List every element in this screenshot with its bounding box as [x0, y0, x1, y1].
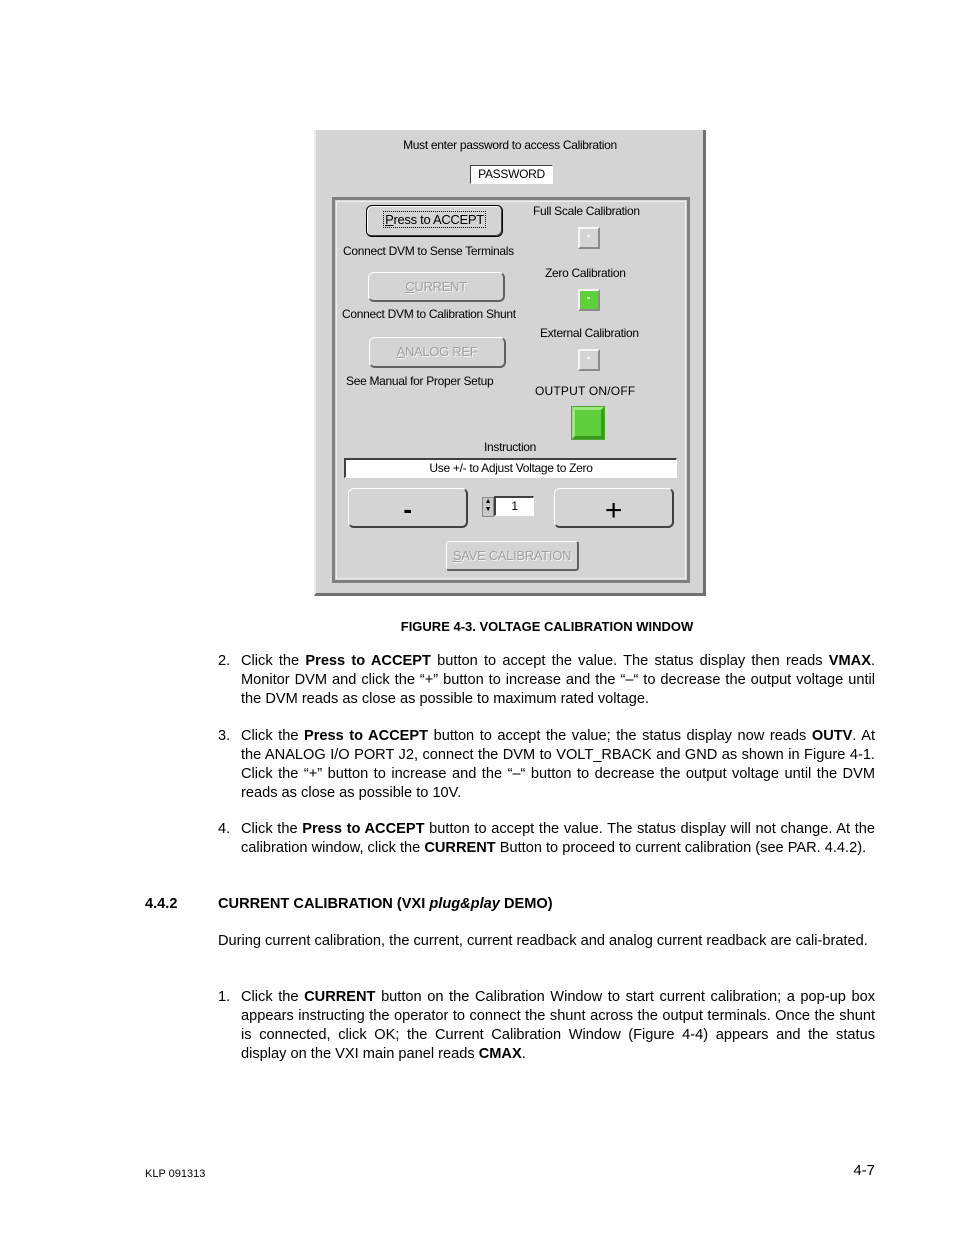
- save-label: AVE CALIBRATION: [461, 548, 572, 563]
- save-calibration-button[interactable]: SAVE CALIBRATION: [446, 541, 579, 571]
- instruction-display: Use +/- to Adjust Voltage to Zero: [344, 458, 677, 478]
- footer-page-number: 4-7: [853, 1162, 875, 1179]
- bold-term: CURRENT: [424, 840, 496, 856]
- analog-ref-mnemonic: A: [396, 344, 406, 359]
- analog-ref-label: NALOG REF: [404, 344, 478, 359]
- full-scale-calibration-label: Full Scale Calibration: [533, 204, 640, 218]
- footer-doc-id: KLP 091313: [145, 1168, 206, 1180]
- step-size-field[interactable]: 1: [494, 496, 534, 516]
- text-run: Click the: [241, 821, 303, 837]
- led-glint-icon: [587, 357, 590, 359]
- save-mnemonic: S: [452, 548, 462, 563]
- step-current-1: 1. Click the CURRENT button on the Calib…: [218, 988, 875, 1064]
- output-on-off-label: OUTPUT ON/OFF: [535, 384, 636, 398]
- current-mnemonic: C: [405, 279, 415, 294]
- current-label: URRENT: [414, 279, 467, 294]
- analog-ref-hint: See Manual for Proper Setup: [346, 374, 494, 388]
- decrease-button[interactable]: -: [348, 488, 468, 528]
- step-number: 4.: [218, 821, 231, 837]
- analog-ref-button[interactable]: ANALOG REF: [369, 337, 506, 368]
- full-scale-calibration-indicator: [578, 227, 600, 249]
- bold-term: Press to ACCEPT: [303, 728, 429, 744]
- step-text: Click the Press to ACCEPT button to acce…: [241, 727, 875, 803]
- password-prompt: Must enter password to access Calibratio…: [403, 138, 617, 152]
- section-intro: During current calibration, the current,…: [218, 933, 868, 949]
- text-run: Click the: [241, 728, 304, 744]
- accept-label: ress to ACCEPT: [393, 212, 484, 227]
- text-run: button to accept the value; the status d…: [428, 728, 812, 744]
- led-glint-icon: [587, 297, 590, 299]
- voltage-calibration-window: Must enter password to access Calibratio…: [314, 130, 706, 596]
- increase-button[interactable]: +: [554, 488, 674, 528]
- section-title-italic: plug&play: [429, 896, 500, 912]
- section-title-post: DEMO): [499, 896, 553, 912]
- spinner-arrows-icon[interactable]: ▲ ▼: [482, 497, 494, 517]
- text-run: Click the: [241, 653, 306, 669]
- step-text: Click the CURRENT button on the Calibrat…: [241, 988, 875, 1064]
- section-title-pre: CURRENT CALIBRATION (VXI: [218, 896, 430, 912]
- password-field[interactable]: PASSWORD: [470, 165, 553, 184]
- zero-calibration-label: Zero Calibration: [545, 266, 626, 280]
- current-button[interactable]: CURRENT: [368, 272, 505, 302]
- step-number: 3.: [218, 728, 231, 744]
- zero-calibration-indicator: [578, 289, 600, 311]
- bold-term: CURRENT: [304, 989, 376, 1005]
- text-run: Click the: [241, 989, 305, 1005]
- step-number: 1.: [218, 989, 231, 1005]
- led-glint-icon: [587, 235, 590, 237]
- step-voltage-4: 4. Click the Press to ACCEPT button to a…: [218, 820, 875, 858]
- figure-caption: FIGURE 4-3. VOLTAGE CALIBRATION WINDOW: [400, 619, 694, 634]
- bold-term: VMAX: [828, 653, 871, 669]
- step-voltage-2: 2. Click the Press to ACCEPT button to a…: [218, 652, 875, 709]
- step-text: Click the Press to ACCEPT button to acce…: [241, 820, 875, 858]
- output-on-off-toggle[interactable]: [571, 406, 605, 440]
- bold-term: Press to ACCEPT: [302, 821, 425, 837]
- external-calibration-label: External Calibration: [540, 326, 639, 340]
- step-voltage-3: 3. Click the Press to ACCEPT button to a…: [218, 727, 875, 803]
- bold-term: Press to ACCEPT: [305, 653, 431, 669]
- text-run: button to accept the value. The status d…: [430, 653, 829, 669]
- section-number: 4.4.2: [145, 896, 178, 912]
- instruction-label: Instruction: [484, 440, 537, 454]
- bold-term: OUTV: [811, 728, 853, 744]
- text-run: Button to proceed to current calibration…: [495, 840, 867, 856]
- step-size-spinner[interactable]: ▲ ▼ 1: [482, 496, 534, 518]
- step-number: 2.: [218, 653, 231, 669]
- bold-term: CMAX: [478, 1046, 522, 1062]
- accept-hint: Connect DVM to Sense Terminals: [343, 244, 514, 258]
- section-title: CURRENT CALIBRATION (VXI plug&play DEMO): [218, 895, 553, 914]
- current-hint: Connect DVM to Calibration Shunt: [342, 307, 516, 321]
- text-run: .: [521, 1046, 526, 1062]
- press-to-accept-button[interactable]: Press to ACCEPT: [366, 205, 503, 237]
- step-text: Click the Press to ACCEPT button to acce…: [241, 652, 875, 709]
- calibration-controls-group: Press to ACCEPT Connect DVM to Sense Ter…: [332, 197, 690, 583]
- external-calibration-indicator: [578, 349, 600, 371]
